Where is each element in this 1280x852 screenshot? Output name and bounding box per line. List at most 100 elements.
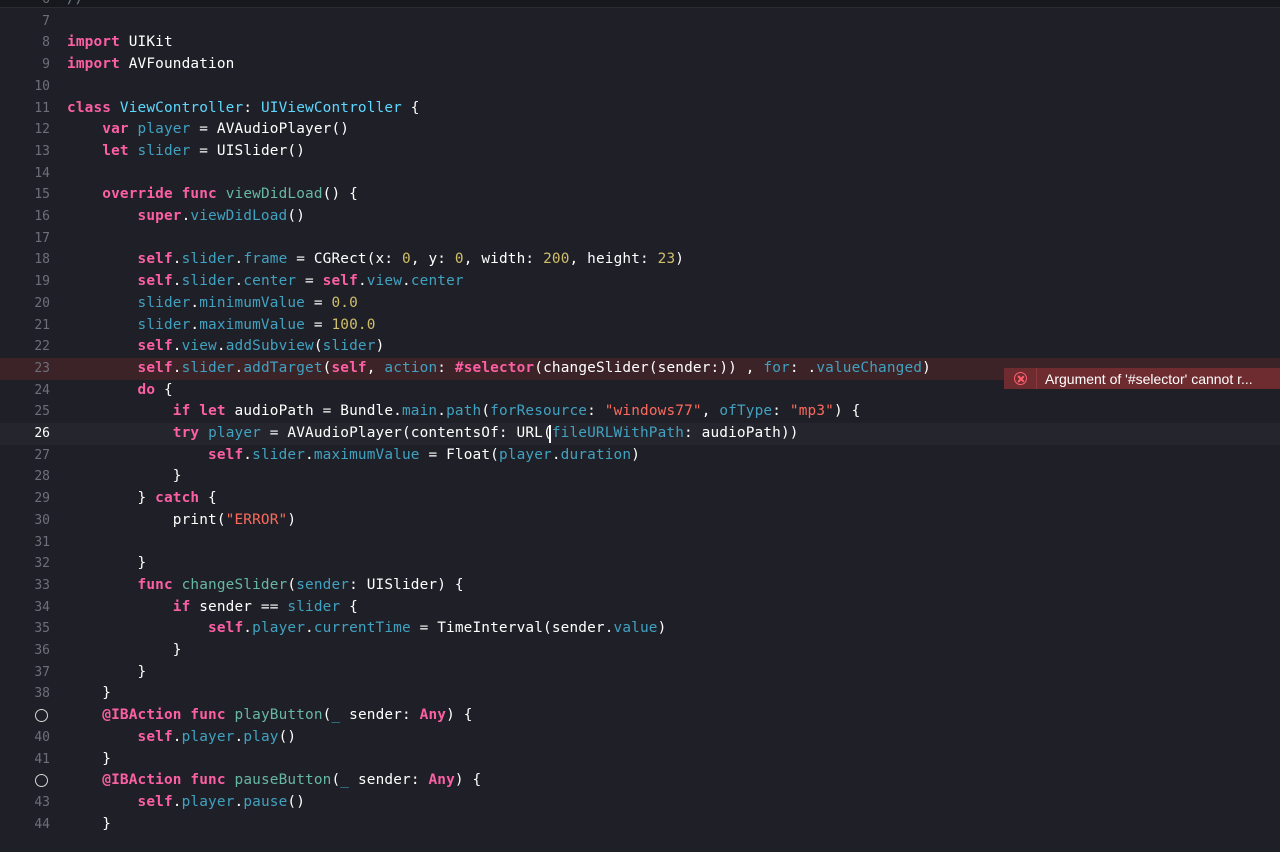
error-icon-container[interactable] (1004, 368, 1037, 389)
code-text[interactable]: slider.maximumValue = 100.0 (67, 315, 376, 337)
code-line[interactable]: 9 import AVFoundation (0, 54, 1280, 76)
code-token: sender (296, 576, 350, 593)
code-text[interactable]: self.slider.maximumValue = Float(player.… (67, 445, 640, 467)
code-line[interactable]: 20 slider.minimumValue = 0.0 (0, 293, 1280, 315)
code-line[interactable]: 21 slider.maximumValue = 100.0 (0, 315, 1280, 337)
code-editor[interactable]: 6 // 7 8 import UIKit 9 import AVFoundation 10 1… (0, 0, 1280, 852)
code-line[interactable]: 8 import UIKit (0, 32, 1280, 54)
code-line[interactable]: 15 override func viewDidLoad() { (0, 184, 1280, 206)
code-text[interactable]: let slider = UISlider() (67, 141, 305, 163)
code-text[interactable]: self.view.addSubview(slider) (67, 336, 385, 358)
code-line[interactable]: 34 if sender == slider { (0, 597, 1280, 619)
code-line[interactable]: 12 var player = AVAudioPlayer() (0, 119, 1280, 141)
code-token: . (172, 793, 182, 810)
code-line[interactable]: 40 self.player.play() (0, 727, 1280, 749)
code-token: "ERROR" (225, 511, 288, 528)
code-token: super (137, 208, 182, 224)
code-text[interactable]: super.viewDidLoad() (67, 206, 305, 228)
code-text[interactable]: // (67, 0, 85, 11)
code-line[interactable]: @IBAction func pauseButton(_ sender: Any… (0, 770, 1280, 792)
code-line[interactable]: 41 } (0, 749, 1280, 771)
code-text[interactable]: } catch { (67, 488, 217, 510)
code-text[interactable]: @IBAction func playButton(_ sender: Any)… (67, 705, 473, 727)
code-line[interactable]: 22 self.view.addSubview(slider) (0, 336, 1280, 358)
code-text[interactable]: } (67, 662, 147, 684)
code-text[interactable]: do { (67, 380, 173, 402)
code-line[interactable]: 38 } (0, 683, 1280, 705)
code-line[interactable]: 44 } (0, 814, 1280, 836)
code-token: func (181, 186, 217, 203)
code-token: . (190, 294, 200, 311)
code-line[interactable]: 11 class ViewController: UIViewController… (0, 98, 1280, 120)
code-line[interactable]: 35 self.player.currentTime = TimeInterva… (0, 618, 1280, 640)
code-token: = AVAudioPlayer(contentsOf: URL( (260, 425, 552, 441)
code-line[interactable]: 16 super.viewDidLoad() (0, 206, 1280, 228)
line-number: 27 (34, 447, 50, 463)
code-line[interactable]: 19 self.slider.center = self.view.center (0, 271, 1280, 293)
code-text[interactable]: self.player.play() (67, 727, 297, 749)
code-token: "windows77" (604, 403, 702, 420)
code-text[interactable]: self.slider.frame = CGRect(x: 0, y: 0, w… (67, 249, 684, 271)
code-line[interactable]: 25 if let audioPath = Bundle.main.path(f… (0, 401, 1280, 423)
code-text[interactable]: } (67, 466, 182, 488)
code-text[interactable]: self.slider.center = self.view.center (67, 271, 464, 293)
error-circle-x-icon[interactable] (1013, 372, 1027, 385)
code-text[interactable]: import AVFoundation (67, 54, 234, 76)
breakpoint-circle-icon[interactable] (35, 774, 48, 788)
code-line[interactable]: @IBAction func playButton(_ sender: Any)… (0, 705, 1280, 727)
code-text[interactable]: @IBAction func pauseButton(_ sender: Any… (67, 770, 481, 792)
code-line[interactable]: 43 self.player.pause() (0, 792, 1280, 814)
code-text[interactable]: try player = AVAudioPlayer(contentsOf: U… (67, 423, 799, 445)
code-line[interactable]: 13 let slider = UISlider() (0, 141, 1280, 163)
error-annotation[interactable]: Argument of '#selector' cannot r... (1004, 368, 1280, 389)
code-line[interactable]: 18 self.slider.frame = CGRect(x: 0, y: 0… (0, 249, 1280, 271)
code-text[interactable]: class ViewController: UIViewController { (67, 98, 420, 120)
code-text[interactable]: if sender == slider { (67, 597, 358, 619)
code-text[interactable]: self.player.pause() (67, 792, 305, 814)
code-token: if (172, 598, 191, 615)
code-line[interactable]: 7 (0, 11, 1280, 33)
code-token: slider (181, 359, 235, 376)
code-line[interactable]: 33 func changeSlider(sender: UISlider) { (0, 575, 1280, 597)
code-token: pause (243, 793, 288, 810)
code-line[interactable]: 17 (0, 228, 1280, 250)
code-token: currentTime (313, 620, 411, 637)
code-text[interactable]: } (67, 553, 147, 575)
code-line[interactable]: 36 } (0, 640, 1280, 662)
code-text[interactable]: var player = AVAudioPlayer() (67, 119, 349, 141)
code-line[interactable]: 27 self.slider.maximumValue = Float(play… (0, 445, 1280, 467)
code-text[interactable]: func changeSlider(sender: UISlider) { (67, 575, 464, 597)
code-text[interactable]: if let audioPath = Bundle.main.path(forR… (67, 401, 860, 423)
line-number: 20 (34, 295, 50, 311)
code-text[interactable]: self.slider.addTarget(self, action: #sel… (67, 358, 931, 380)
code-text[interactable]: self.player.currentTime = TimeInterval(s… (67, 618, 666, 640)
code-token: slider (137, 316, 191, 333)
code-text[interactable]: } (67, 814, 111, 836)
code-text[interactable]: print("ERROR") (67, 510, 296, 532)
code-line[interactable]: 37 } (0, 662, 1280, 684)
code-text[interactable]: slider.minimumValue = 0.0 (67, 293, 358, 315)
code-text[interactable]: } (67, 640, 182, 662)
code-token: viewDidLoad (225, 186, 323, 203)
line-number: 10 (34, 78, 50, 94)
code-line[interactable]: 31 (0, 532, 1280, 554)
code-line[interactable]: 29 } catch { (0, 488, 1280, 510)
code-line[interactable]: 28 } (0, 466, 1280, 488)
code-text[interactable]: } (67, 749, 111, 771)
code-token: player (181, 728, 235, 745)
code-line[interactable]: 30 print("ERROR") (0, 510, 1280, 532)
code-text[interactable]: import UIKit (67, 32, 173, 54)
breakpoint-circle-icon[interactable] (35, 709, 48, 723)
code-line[interactable]: 32 } (0, 553, 1280, 575)
code-line[interactable]: 10 (0, 76, 1280, 98)
code-text[interactable]: override func viewDidLoad() { (67, 184, 358, 206)
code-token: . (234, 359, 244, 376)
code-token: self (322, 273, 358, 290)
code-line[interactable]: 26 try player = AVAudioPlayer(contentsOf… (0, 423, 1280, 445)
code-text[interactable]: } (67, 683, 111, 705)
code-line[interactable]: 6 // (0, 0, 1280, 11)
code-token: fileURLWithPath (551, 425, 685, 441)
code-line[interactable]: 14 (0, 163, 1280, 185)
